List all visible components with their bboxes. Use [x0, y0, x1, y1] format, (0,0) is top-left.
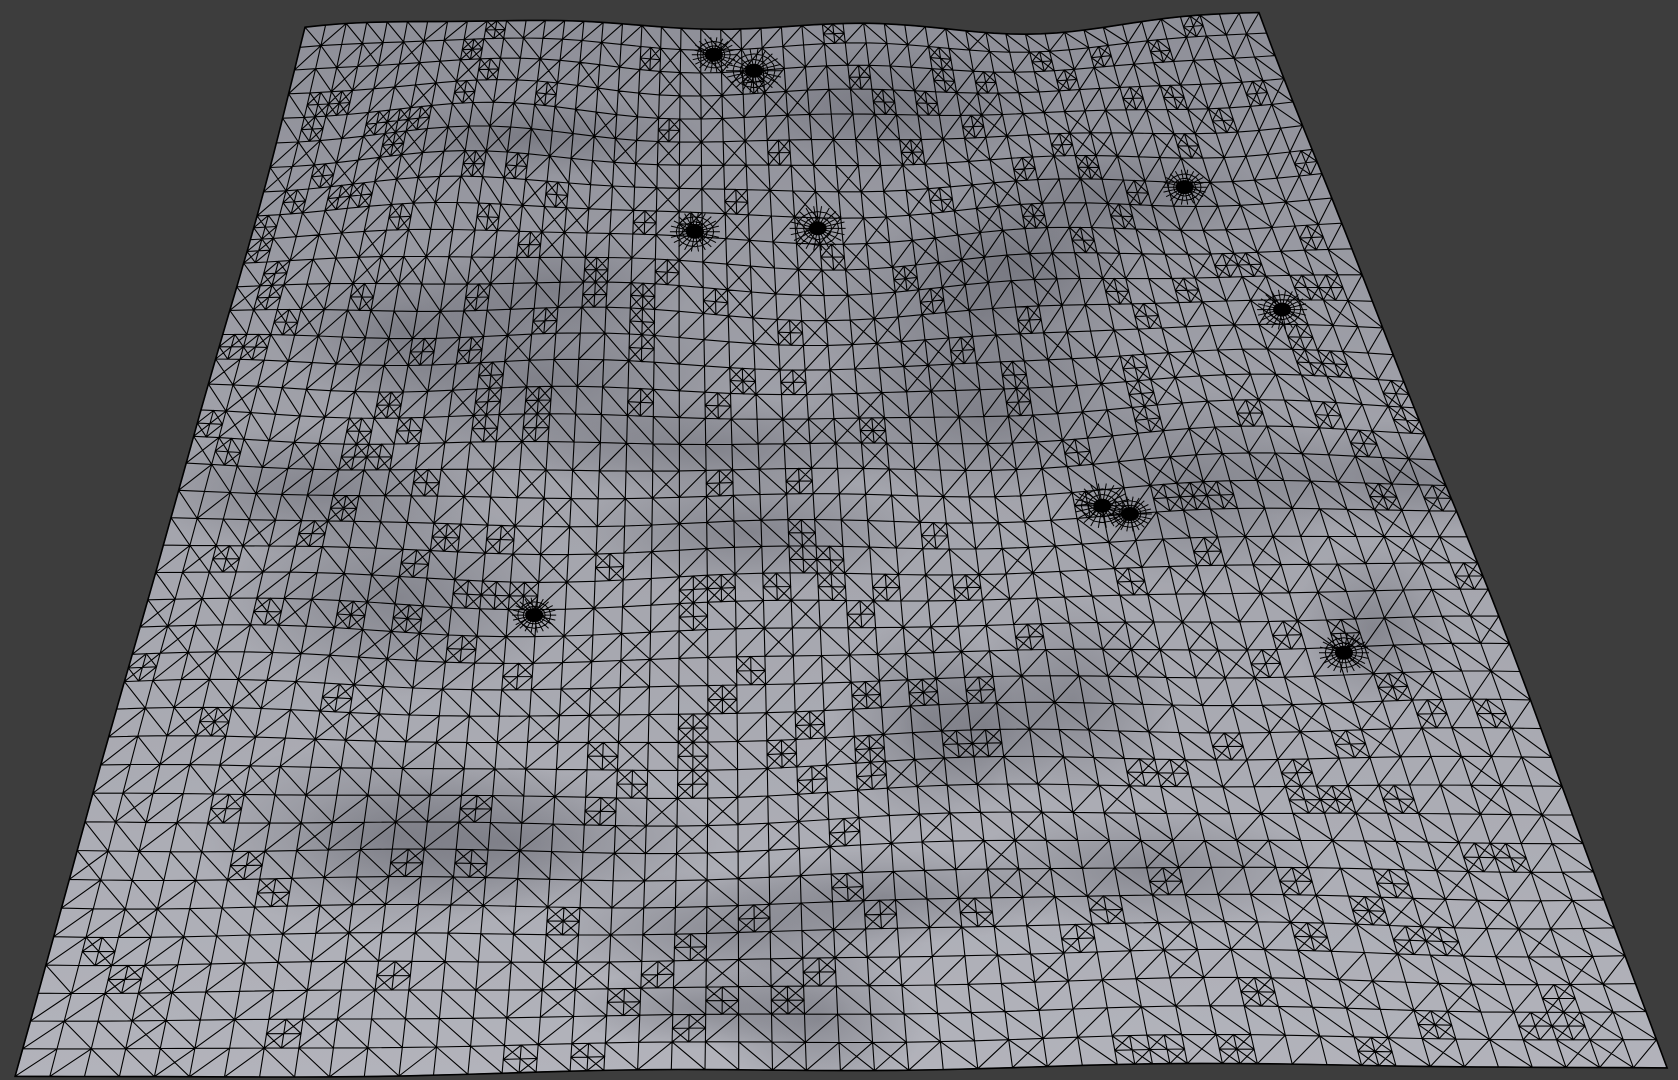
viewport-canvas[interactable] [0, 0, 1678, 1080]
vertex-cluster-core [1093, 498, 1112, 513]
vertex-cluster-core [745, 63, 764, 78]
vertex-cluster-core [1120, 507, 1139, 522]
3d-viewport[interactable] [0, 0, 1678, 1080]
vertex-cluster-core [704, 47, 723, 62]
vertex-cluster-core [1273, 302, 1292, 317]
terrain-mesh[interactable] [14, 11, 1669, 1080]
vertex-cluster-core [1334, 645, 1353, 660]
vertex-cluster-core [685, 224, 704, 239]
vertex-cluster-core [1175, 180, 1194, 195]
vertex-cluster-core [525, 608, 544, 623]
vertex-cluster-core [808, 221, 827, 236]
